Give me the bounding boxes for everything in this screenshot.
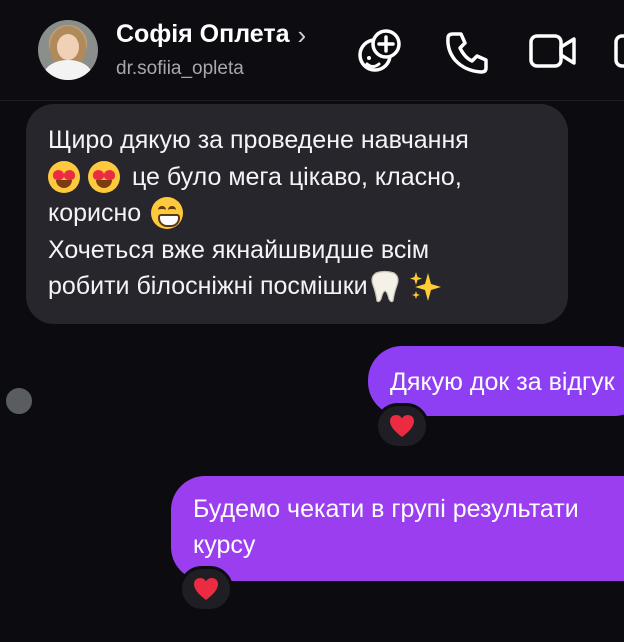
message-line: це було мега цікаво, класно, [48,159,548,196]
chevron-right-icon[interactable]: › [298,22,307,48]
outgoing-message-bubble[interactable]: Будемо чекати в групі результати курсу [171,476,624,581]
message-text: Будемо чекати в групі результати [193,495,579,523]
message-text: робити білосніжні посмішки [48,272,368,300]
message-text: це було мега цікаво, класно, [132,162,462,191]
info-icon[interactable] [614,31,624,71]
contact-avatar[interactable] [38,20,98,80]
message-text: Хочеться вже якнайшвидше всім [48,235,430,264]
sparkles-emoji-icon [409,272,441,302]
grinning-emoji-icon [151,197,184,230]
red-heart-icon [194,578,218,600]
message-line: Хочеться вже якнайшвидше всім [48,232,548,269]
message-text: Щиро дякую за проведене навчання [48,126,469,154]
contact-handle: dr.sofiia_opleta [116,58,244,79]
avatar-coat [44,60,92,80]
incoming-message-bubble[interactable]: Щиро дякую за проведене навчання це було… [4,104,568,416]
chat-header: Софія Оплета › dr.sofiia_opleta [0,0,624,101]
heart-eyes-emoji-icon [88,160,120,193]
message-line: Щиро дякую за проведене навчання [48,122,548,159]
sender-avatar [4,386,34,416]
phone-call-icon[interactable] [444,29,490,75]
message-line: корисно [48,195,548,232]
tooth-emoji-icon [371,271,399,303]
effects-icon[interactable] [355,26,405,76]
red-heart-icon [390,415,414,437]
contact-name[interactable]: Софія Оплета [116,20,290,49]
heart-eyes-emoji-icon [48,160,80,193]
message-text: курсу [193,531,256,559]
message-line: робити білосніжні посмішки [48,268,548,305]
message-text: корисно [48,199,142,227]
heart-reaction[interactable] [375,403,429,449]
heart-reaction[interactable] [179,566,233,612]
video-call-icon[interactable] [528,31,578,71]
message-text: Дякую док за відгук [390,368,615,396]
contact-name-row[interactable]: Софія Оплета › [116,20,306,49]
avatar-face [57,34,79,60]
